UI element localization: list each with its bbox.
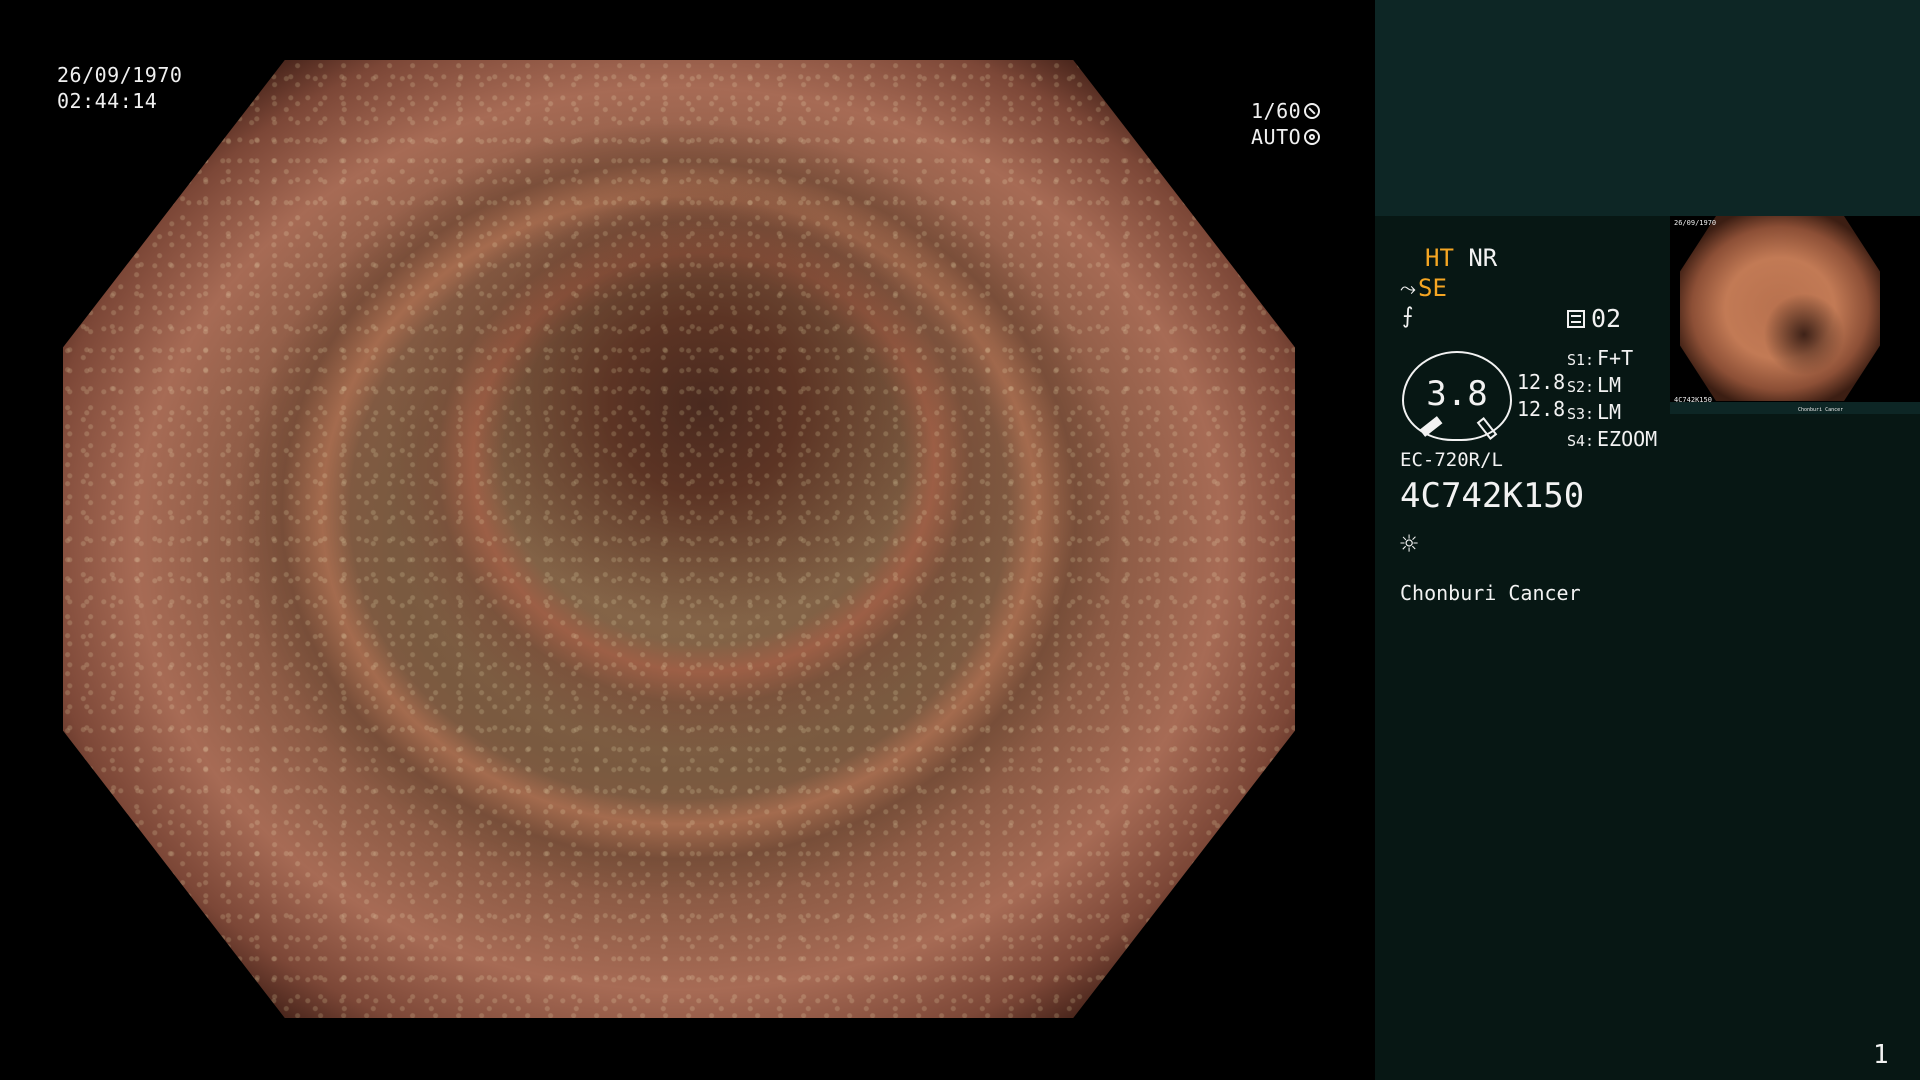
exposure-overlay: 1/60 AUTO (1251, 98, 1321, 150)
shutter-icon (1304, 103, 1321, 119)
scope-count: 02 (1591, 304, 1622, 333)
image-mode-line: HT NR (1425, 243, 1497, 273)
thumbnail-hospital: Chonburi Cancer (1798, 407, 1844, 413)
scope-switch-key: S2: (1567, 378, 1595, 396)
gauge-number-bottom: 12.8 (1517, 397, 1566, 421)
scope-switch-group: 02 S1: F+T S2: LM S3: LM S4: EZOOM (1567, 304, 1657, 454)
se-indicator: SE (1418, 274, 1447, 302)
exam-date: 26/09/1970 (57, 63, 183, 87)
info-panel-header (1375, 0, 1920, 216)
structure-enhance-icon: ⤳ (1400, 276, 1416, 300)
scope-switch-s4: S4: EZOOM (1567, 427, 1657, 454)
iris-mode: AUTO (1251, 125, 1302, 149)
scope-switch-value: LM (1597, 373, 1622, 397)
iris-icon (1304, 129, 1321, 145)
gauge-number-top: 12.8 (1517, 370, 1566, 394)
scope-switch-key: S4: (1567, 432, 1595, 450)
scope-switch-key: S3: (1567, 405, 1595, 423)
thumbnail-date: 26/09/1970 (1674, 219, 1717, 227)
nr-indicator: NR (1468, 244, 1498, 272)
scope-switch-value: F+T (1597, 346, 1634, 370)
scope-switch-s3: S3: LM (1567, 400, 1657, 427)
scope-switch-value: LM (1597, 400, 1622, 424)
scope-switch-list: S1: F+T S2: LM S3: LM S4: EZOOM (1567, 346, 1657, 454)
scope-serial: 4C742K150 (1400, 476, 1585, 516)
hospital-name: Chonburi Cancer (1400, 581, 1581, 605)
gauge-value: 3.8 (1426, 374, 1488, 414)
scope-switch-header: 02 (1567, 304, 1657, 334)
ht-indicator: HT (1425, 244, 1454, 272)
scope-switch-s1: S1: F+T (1567, 346, 1657, 373)
thumbnail-image (1680, 216, 1880, 401)
scope-switch-s2: S2: LM (1567, 373, 1657, 400)
page-number: 1 (1873, 1040, 1889, 1070)
thumbnail-footer (1670, 402, 1920, 414)
endoscopic-image (63, 60, 1295, 1018)
exam-time: 02:44:14 (57, 89, 158, 113)
film-icon (1567, 310, 1585, 328)
gauge-numbers: 12.8 12.8 (1517, 369, 1565, 423)
endoscope-view: 26/09/1970 02:44:14 1/60 AUTO (0, 0, 1375, 1080)
capture-thumbnail[interactable]: 26/09/1970 4C742K150 Chonburi Cancer (1670, 216, 1920, 414)
scope-switch-key: S1: (1567, 351, 1595, 369)
sharpness-icon: ⨍ (1402, 304, 1414, 329)
scope-switch-value: EZOOM (1597, 427, 1658, 451)
gauge-needle-left-icon (1419, 416, 1443, 437)
zoom-gauge: 3.8 (1402, 351, 1512, 441)
shutter-speed: 1/60 (1251, 99, 1302, 123)
structure-enhance-line: ⤳ SE (1400, 273, 1447, 303)
sun-icon: ☼ (1400, 527, 1419, 562)
datetime-overlay: 26/09/1970 02:44:14 (57, 62, 182, 114)
info-panel: HT NR ⤳ SE ⨍ 3.8 12.8 12.8 02 S1: F+T S2… (1375, 0, 1920, 1080)
scope-model: EC-720R/L (1400, 449, 1503, 471)
gauge-needle-right-icon (1476, 417, 1498, 440)
